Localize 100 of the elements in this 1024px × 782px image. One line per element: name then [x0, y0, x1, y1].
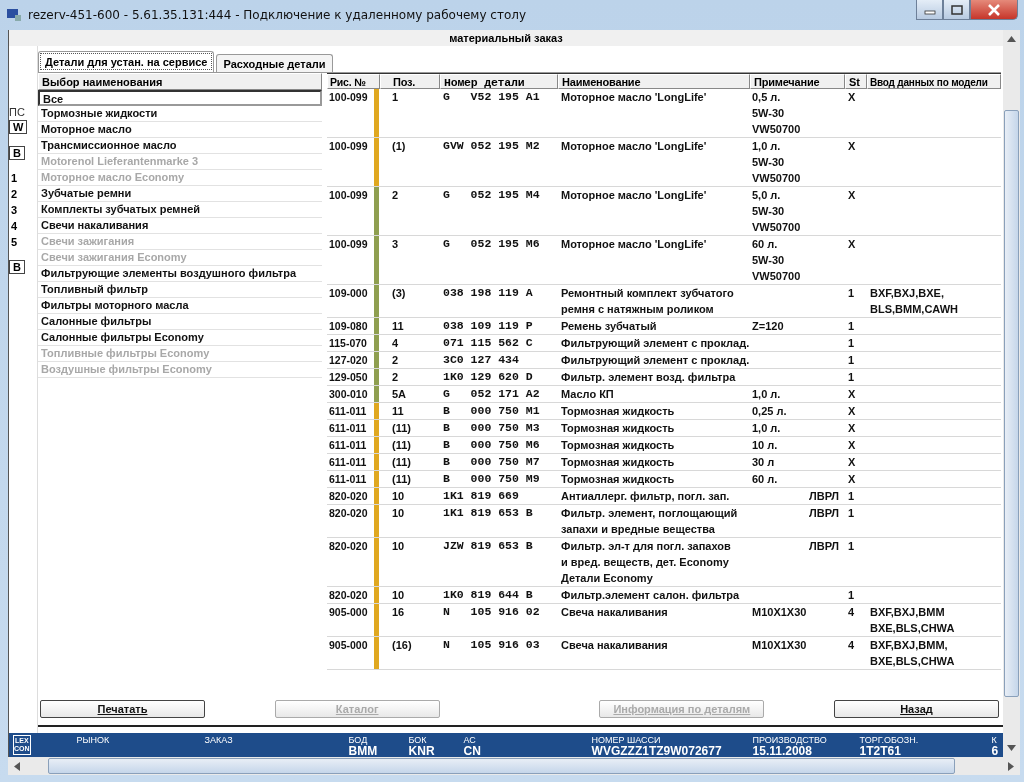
background-label: ПС [9, 106, 25, 118]
table-cell-text: Фильтрующий элемент с проклад. [560, 353, 750, 368]
table-cell-text: Моторное масло 'LongLife' [560, 90, 708, 105]
list-item[interactable]: Зубчатые ремни [38, 186, 322, 202]
minimize-button[interactable] [916, 0, 943, 20]
list-item[interactable]: Свечи накаливания [38, 218, 322, 234]
status-label: БОД [348, 735, 369, 745]
status-label: ПРОИЗВОДСТВО [752, 735, 828, 745]
table-cell-text: 1 [847, 489, 856, 504]
list-item[interactable]: Трансмиссионное масло [38, 138, 322, 154]
column-header: Поз. [380, 74, 440, 89]
table-cell-text: 820-020 [328, 539, 369, 554]
table-cell-text: 1,0 л. [752, 387, 782, 402]
status-value: 1T2T61 [859, 745, 902, 757]
table-cell-text: 611-011 [328, 472, 368, 487]
table-cell-text: 2 [391, 370, 400, 385]
scroll-thumb[interactable] [48, 758, 955, 774]
table-cell-text: (11) [391, 438, 412, 453]
list-item[interactable]: Все [38, 90, 322, 106]
table-cell-text: B 000 750 M3 [442, 420, 541, 436]
table-cell-text: G 052 171 A2 [442, 386, 541, 402]
vertical-scrollbar[interactable] [1003, 30, 1020, 757]
list-item[interactable]: Комплекты зубчатых ремней [38, 202, 322, 218]
table-cell-text: 820-020 [328, 506, 369, 521]
horizontal-scrollbar[interactable] [8, 757, 1020, 775]
table-cell-text: 1 [391, 90, 400, 105]
table-cell-text: 1 [847, 336, 856, 351]
status-label: ЗАКАЗ [204, 735, 234, 745]
tab[interactable]: Расходные детали [216, 54, 333, 72]
table-cell-text: Тормозная жидкость [560, 421, 676, 436]
close-button[interactable] [970, 0, 1018, 20]
list-item[interactable]: Фильтры моторного масла [38, 298, 322, 314]
table-cell-text: 905-000 [328, 638, 369, 653]
table-cell-text: JZW 819 653 B [442, 538, 534, 554]
list-item[interactable]: Топливный фильтр [38, 282, 322, 298]
table-cell-text: VW50700 [752, 220, 802, 235]
table-cell-text: 1 [847, 370, 856, 385]
table-cell-text: 1,0 л. [752, 139, 782, 154]
table-cell-text: ЛВРЛ [808, 539, 839, 554]
status-value: WVGZZZ1TZ9W072677 [591, 745, 723, 757]
table-cell-text: 100-099 [328, 237, 369, 252]
list-item[interactable]: Салонные фильтры Economy [38, 330, 322, 346]
list-item[interactable]: Моторное масло [38, 122, 322, 138]
table-cell-text: 0,5 л. [752, 90, 782, 105]
column-header: St [845, 74, 867, 89]
list-item[interactable]: Фильтрующие элементы воздушного фильтра [38, 266, 322, 282]
scroll-right-icon[interactable] [1008, 761, 1014, 771]
table-cell-text: 611-011 [328, 438, 368, 453]
status-label: НОМЕР ШАССИ [591, 735, 662, 745]
table-cell-text: 1 [847, 353, 856, 368]
table-cell-text: Свеча накаливания [560, 605, 669, 620]
status-label: ТОРГ.ОБОЗН. [859, 735, 920, 745]
table-cell-text: 5W-30 [752, 204, 786, 219]
table-cell-text: BXF,BXJ,BXE, BLS,BMM,CAWH [869, 286, 959, 317]
dialog-button[interactable]: Назад [833, 700, 999, 718]
monitor-icon [6, 7, 22, 23]
status-value: 6 [991, 745, 1000, 757]
table-cell-text: 1K0 819 644 B [442, 587, 534, 603]
table-cell-text: 109-000 [328, 286, 369, 301]
table-cell-text: 611-011 [328, 404, 368, 419]
table-cell-text: Моторное масло 'LongLife' [560, 237, 708, 252]
table-cell-text: G 052 195 M4 [442, 187, 541, 203]
maximize-button[interactable] [943, 0, 970, 20]
scroll-down-icon[interactable] [1007, 745, 1016, 751]
status-value: CN [463, 745, 482, 757]
table-cell-text: 30 л [752, 455, 776, 470]
list-item[interactable]: Тормозные жидкости [38, 106, 322, 122]
column-header: Наименование [558, 74, 750, 89]
table-cell-text: B 000 750 M9 [442, 471, 541, 487]
table-cell-text: ЛВРЛ [808, 506, 839, 521]
table-cell-text: B 000 750 M6 [442, 437, 541, 453]
scroll-left-icon[interactable] [14, 761, 20, 771]
table-cell-text: Моторное масло 'LongLife' [560, 139, 708, 154]
status-label: РЫНОК [76, 735, 111, 745]
list-item[interactable]: Салонные фильтры [38, 314, 322, 330]
table-cell-text: 038 109 119 P [442, 318, 534, 334]
table-cell-text: M10X1X30 [752, 605, 808, 620]
table-cell-text: X [847, 438, 857, 453]
table-cell-text: 10 л. [752, 438, 779, 453]
table-cell-text: 109-080 [328, 319, 369, 334]
table-cell-text: Фильтр. эл-т для погл. запахов и вред. веществ, дет. Economy Детали Economy [560, 539, 732, 586]
tab[interactable]: Детали для устан. на сервисе [38, 51, 215, 72]
column-header: Рис. № [327, 74, 380, 89]
table-cell-text: X [847, 90, 857, 105]
dialog-button[interactable]: Печатать [40, 700, 205, 718]
table-cell-text: (11) [391, 472, 412, 487]
table-cell-text: 2 [391, 188, 400, 203]
table-cell-text: 5,0 л. [752, 188, 782, 203]
background-number: 2 [10, 187, 18, 202]
table-cell-text: 3C0 127 434 [442, 352, 520, 368]
scroll-thumb[interactable] [1004, 110, 1019, 697]
scroll-up-icon[interactable] [1007, 36, 1016, 42]
table-cell-text: BXF,BXJ,BMM BXE,BLS,CHWA [869, 605, 956, 636]
status-value: KNR [408, 745, 436, 757]
table-cell-text: 100-099 [328, 90, 369, 105]
table-cell-text: VW50700 [752, 269, 802, 284]
table-cell-text: 1K1 819 669 [442, 488, 520, 504]
table-cell-text: 127-020 [328, 353, 369, 368]
status-label: БОК [408, 735, 428, 745]
table-cell-text: (16) [391, 638, 413, 653]
